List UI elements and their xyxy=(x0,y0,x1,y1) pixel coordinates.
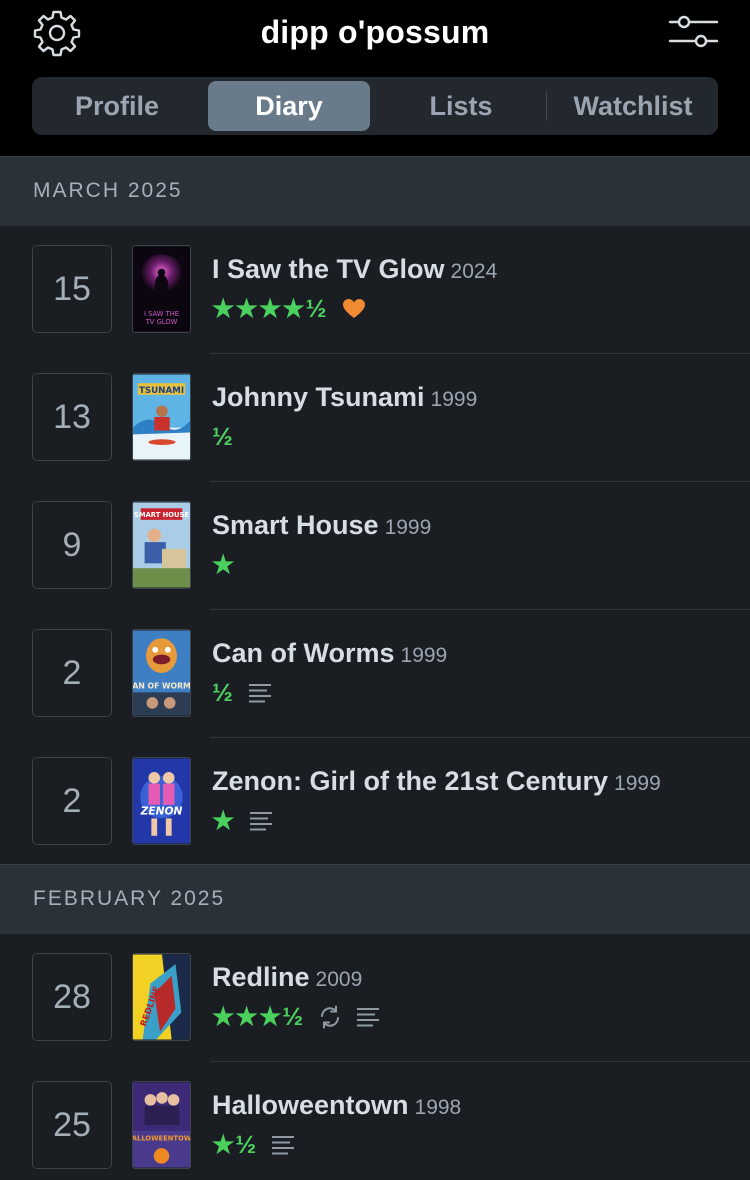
film-year: 2009 xyxy=(315,968,363,991)
svg-text:ZENON: ZENON xyxy=(140,805,183,818)
star-rating: ★★★½ xyxy=(212,1003,305,1031)
entry-meta: ★½ xyxy=(212,1130,295,1160)
month-label: MARCH 2025 xyxy=(33,179,183,202)
entry-day: 2 xyxy=(32,629,112,717)
entry-day: 28 xyxy=(32,953,112,1041)
zenon-poster[interactable]: ZENON xyxy=(132,757,191,845)
tab-profile[interactable]: Profile xyxy=(42,81,192,131)
diary-entry[interactable]: 13 TSUNAMI Johnny Tsunami 1999 ½ xyxy=(0,354,750,482)
film-year: 1999 xyxy=(400,644,448,667)
diary-entry[interactable]: 2 ZENON Zenon: Girl of the 21st Century 1… xyxy=(0,738,750,866)
star-rating: ½ xyxy=(212,678,234,707)
entry-meta: ½ xyxy=(212,678,272,708)
diary-entry[interactable]: 9 SMART HOUSE Smart House 1999 ★ xyxy=(0,482,750,610)
rewatch-icon xyxy=(321,1005,340,1029)
film-title[interactable]: Halloweentown 1998 xyxy=(212,1090,461,1121)
month-header: MARCH 2025 xyxy=(0,156,750,226)
review-text-icon xyxy=(248,684,271,703)
film-title[interactable]: Zenon: Girl of the 21st Century 1999 xyxy=(212,766,661,797)
redline-poster[interactable]: REDLINE xyxy=(132,953,191,1041)
tab-lists[interactable]: Lists xyxy=(384,81,538,131)
svg-text:CAN OF WORMS: CAN OF WORMS xyxy=(133,681,190,690)
profile-tabs: Profile Diary Lists Watchlist xyxy=(32,77,718,135)
star-rating: ★½ xyxy=(212,1131,258,1159)
entry-day: 25 xyxy=(32,1081,112,1169)
tab-watchlist[interactable]: Watchlist xyxy=(552,81,714,131)
star-rating: ★ xyxy=(212,551,236,579)
film-title-text: I Saw the TV Glow xyxy=(212,254,445,284)
diary-entry[interactable]: 25 HALLOWEENTOWN Halloweentown1998 ★½ xyxy=(0,1062,750,1180)
diary-entry[interactable]: 28 REDLINE Redline 2009 ★★★½ xyxy=(0,934,750,1062)
entry-day: 15 xyxy=(32,245,112,333)
film-year: 2024 xyxy=(450,260,498,283)
page-title: dipp o'possum xyxy=(260,14,490,50)
film-title-text: Smart House xyxy=(212,510,379,540)
film-year: 1998 xyxy=(414,1096,462,1119)
star-rating: ★ xyxy=(212,807,236,835)
i-saw-the-tv-glow-poster[interactable]: I SAW THE TV GLOW xyxy=(132,245,191,333)
film-year: 1999 xyxy=(614,772,661,795)
tab-diary[interactable]: Diary xyxy=(208,81,370,131)
film-year: 1999 xyxy=(384,516,432,539)
film-title-text: Can of Worms xyxy=(212,638,395,668)
film-title[interactable]: Johnny Tsunami 1999 xyxy=(212,382,477,413)
entry-day: 2 xyxy=(32,757,112,845)
film-title-text: Johnny Tsunami xyxy=(212,382,425,412)
film-title[interactable]: Redline 2009 xyxy=(212,962,362,993)
review-text-icon xyxy=(272,1136,295,1155)
star-rating: ★★★★½ xyxy=(212,295,328,323)
entry-meta: ★ xyxy=(212,550,235,580)
film-title[interactable]: Smart House 1999 xyxy=(212,510,431,541)
month-header: FEBRUARY 2025 xyxy=(0,864,750,934)
diary-entry[interactable]: 2 CAN OF WORMS Can of Worms1999 ½ xyxy=(0,610,750,738)
film-title-text: Redline xyxy=(212,962,310,992)
smart-house-poster[interactable]: SMART HOUSE xyxy=(132,501,191,589)
film-year: 1999 xyxy=(430,388,478,411)
johnny-tsunami-poster[interactable]: TSUNAMI xyxy=(132,373,191,461)
tab-divider xyxy=(546,91,547,121)
entry-meta: ★★★½ xyxy=(212,1002,380,1032)
entry-meta: ★ xyxy=(212,806,273,836)
review-text-icon xyxy=(357,1008,380,1027)
svg-text:HALLOWEENTOWN: HALLOWEENTOWN xyxy=(133,1134,190,1142)
film-title[interactable]: Can of Worms 1999 xyxy=(212,638,447,669)
entry-day: 9 xyxy=(32,501,112,589)
entry-day: 13 xyxy=(32,373,112,461)
film-title-text: Zenon: Girl of the 21st Century xyxy=(212,766,609,796)
can-of-worms-poster[interactable]: CAN OF WORMS xyxy=(132,629,191,717)
diary-entry[interactable]: 15 I SAW THE TV GLOW I Saw the TV Glow 20… xyxy=(0,226,750,354)
svg-text:TSUNAMI: TSUNAMI xyxy=(139,386,184,396)
entry-meta: ★★★★½ xyxy=(212,294,366,324)
halloweentown-poster[interactable]: HALLOWEENTOWN xyxy=(132,1081,191,1169)
filter-sliders-icon[interactable] xyxy=(664,12,722,52)
review-text-icon xyxy=(250,812,273,831)
star-rating: ½ xyxy=(212,422,234,451)
month-label: FEBRUARY 2025 xyxy=(33,887,226,910)
film-title-text: Halloweentown xyxy=(212,1090,409,1120)
svg-text:SMART HOUSE: SMART HOUSE xyxy=(134,511,189,519)
entry-meta: ½ xyxy=(212,422,234,452)
heart-icon xyxy=(342,299,365,318)
film-title[interactable]: I Saw the TV Glow 2024 xyxy=(212,254,497,285)
top-bar: dipp o'possum Profile Diary Lists Watchl… xyxy=(0,0,750,156)
svg-text:TV GLOW: TV GLOW xyxy=(145,318,178,326)
